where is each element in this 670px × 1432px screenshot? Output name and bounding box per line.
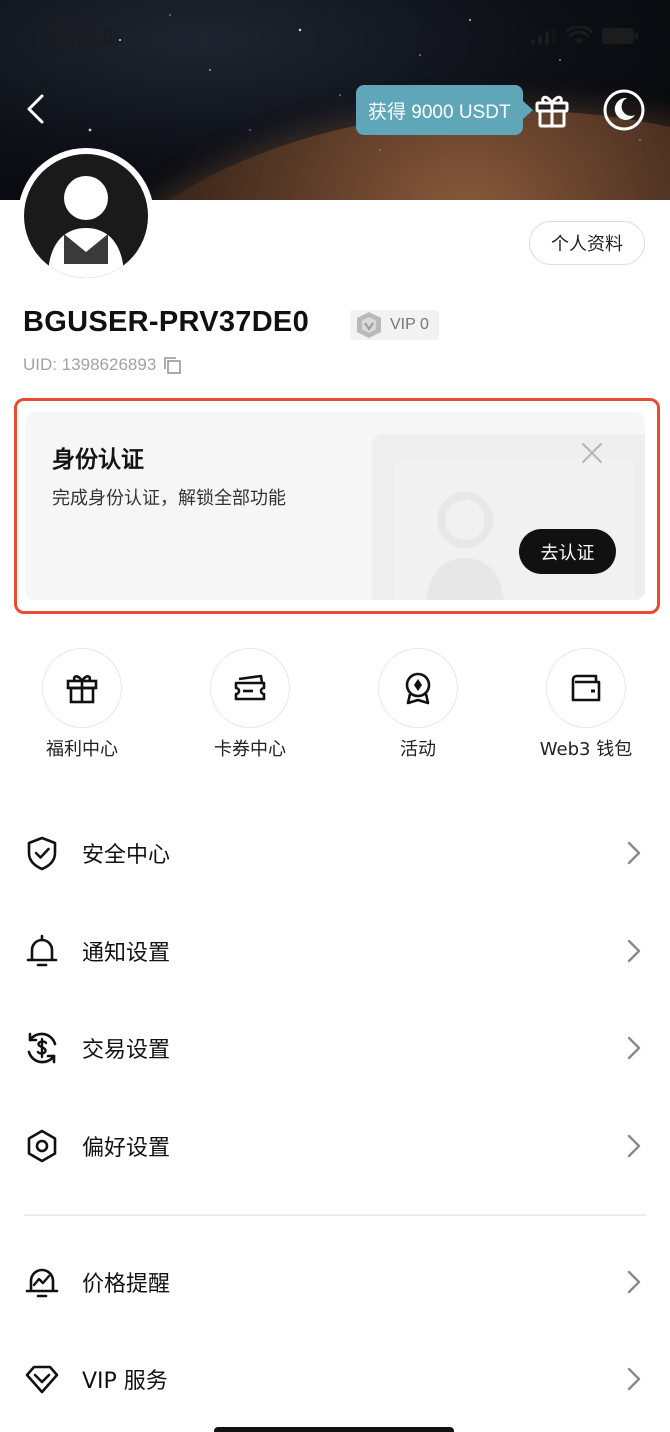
chevron-right-icon [627, 939, 641, 963]
menu-item-label: 偏好设置 [82, 1136, 171, 1161]
uid-text: UID: 1398626893 [23, 355, 157, 374]
quick-action-label: Web3 钱包 [539, 739, 633, 760]
quick-action-welfare[interactable] [42, 648, 122, 728]
reward-text: 获得 9000 USDT [368, 101, 511, 123]
kyc-card[interactable]: 身份认证 完成身份认证，解锁全部功能 去认证 [25, 412, 645, 600]
price-alert-icon [25, 1268, 59, 1298]
copy-icon[interactable] [162, 355, 182, 375]
wallet-icon [571, 674, 601, 702]
menu-item-label: VIP 服务 [82, 1369, 168, 1394]
verify-button[interactable]: 去认证 [519, 529, 616, 574]
wifi-icon [566, 26, 592, 44]
quick-action-label: 活动 [400, 739, 436, 760]
status-time: 15:14 [48, 22, 115, 52]
chevron-right-icon [627, 1367, 641, 1391]
menu-item-label: 安全中心 [82, 843, 171, 868]
dollar-exchange-icon [27, 1032, 57, 1064]
quick-action-events[interactable] [378, 648, 458, 728]
quick-action-coupons[interactable] [210, 648, 290, 728]
chevron-right-icon [627, 1036, 641, 1060]
menu-item-trade-settings[interactable]: 交易设置 [0, 1018, 670, 1078]
menu-item-price-alert[interactable]: 价格提醒 [0, 1252, 670, 1312]
quick-action-web3-wallet[interactable] [546, 648, 626, 728]
menu-item-label: 通知设置 [82, 941, 171, 966]
signal-icon [531, 27, 556, 45]
quick-action-label: 福利中心 [46, 739, 118, 760]
menu-item-vip-service[interactable]: VIP 服务 [0, 1349, 670, 1409]
gift-icon[interactable] [532, 90, 572, 130]
chevron-right-icon [627, 1134, 641, 1158]
bell-icon [26, 934, 58, 967]
avatar[interactable] [18, 148, 154, 284]
chevron-right-icon [627, 1270, 641, 1294]
menu-item-preference-settings[interactable]: 偏好设置 [0, 1116, 670, 1176]
vip-level: VIP 0 [390, 316, 429, 333]
status-icons [531, 26, 638, 46]
vip-shield-icon [357, 312, 381, 338]
chevron-right-icon [627, 841, 641, 865]
kyc-subtitle: 完成身份认证，解锁全部功能 [52, 488, 286, 509]
home-indicator [214, 1427, 454, 1432]
close-icon[interactable] [581, 442, 603, 464]
quick-action-label: 卡券中心 [214, 739, 286, 760]
uid-row: UID: 1398626893 [23, 355, 182, 375]
battery-icon [602, 28, 638, 44]
hexagon-settings-icon [27, 1129, 57, 1163]
menu-item-notification-settings[interactable]: 通知设置 [0, 921, 670, 981]
diamond-icon [25, 1365, 59, 1394]
profile-button[interactable]: 个人资料 [529, 221, 645, 265]
theme-toggle-icon[interactable] [602, 88, 646, 132]
shield-check-icon [27, 836, 57, 871]
vip-badge[interactable]: VIP 0 [350, 310, 439, 340]
menu-item-label: 交易设置 [82, 1038, 171, 1063]
avatar-image [24, 154, 148, 278]
gift-icon [66, 675, 98, 704]
menu-item-security-center[interactable]: 安全中心 [0, 823, 670, 883]
kyc-title: 身份认证 [52, 447, 144, 473]
reward-banner[interactable]: 获得 9000 USDT [356, 85, 533, 135]
badge-icon [405, 672, 431, 705]
back-icon[interactable] [22, 92, 50, 126]
ticket-icon [234, 674, 266, 701]
menu-item-label: 价格提醒 [82, 1272, 171, 1297]
username: BGUSER-PRV37DE0 [23, 306, 310, 338]
menu-divider [24, 1214, 646, 1216]
